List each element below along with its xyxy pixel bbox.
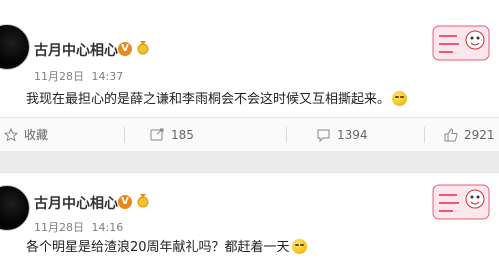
- avatar[interactable]: [0, 24, 30, 70]
- repost-button[interactable]: 185: [150, 118, 194, 151]
- username[interactable]: 古月中心相心: [34, 40, 118, 60]
- cartoon-sticker-icon: [432, 184, 490, 220]
- favorite-label: 收藏: [24, 128, 49, 142]
- cartoon-sticker-icon: [432, 25, 490, 61]
- repost-icon: [150, 128, 164, 140]
- post-date[interactable]: 11月28日: [34, 70, 84, 83]
- post-time[interactable]: 14:37: [92, 70, 124, 83]
- comment-button[interactable]: 1394: [316, 118, 368, 151]
- divider: [124, 127, 125, 143]
- repost-count: 185: [171, 127, 194, 142]
- post-text: 我现在最担心的是薛之谦和李雨桐会不会这时候又互相撕起来。: [26, 88, 408, 107]
- post-date[interactable]: 11月28日: [34, 221, 84, 234]
- post-action-bar: 收藏 185 1394 2921: [0, 117, 499, 151]
- verified-badge-icon: V: [118, 195, 132, 209]
- thumbs-up-icon: [444, 127, 458, 141]
- star-icon: [4, 127, 18, 142]
- post-body: 各个明星是给渣浪20周年献礼吗？都赶着一天: [26, 240, 290, 255]
- post-text: 各个明星是给渣浪20周年献礼吗？都赶着一天: [26, 236, 307, 255]
- comment-icon: [317, 129, 330, 142]
- gold-medal-icon: [137, 194, 149, 208]
- username[interactable]: 古月中心相心: [34, 193, 118, 213]
- favorite-button[interactable]: 收藏: [4, 118, 48, 151]
- avatar[interactable]: [0, 185, 30, 231]
- gold-medal-icon: [137, 41, 149, 55]
- post-meta: 11月28日 14:16: [34, 219, 123, 235]
- like-count: 2921: [464, 127, 495, 142]
- post-time[interactable]: 14:16: [92, 221, 124, 234]
- comment-count: 1394: [337, 127, 368, 142]
- divider: [286, 127, 287, 143]
- weibo-post-card: 古月中心相心 V 11月28日 14:37 我现在最担心的是薛之谦和李雨桐会不会…: [0, 0, 499, 151]
- sweat-laugh-emoji-icon: [392, 91, 408, 106]
- like-button[interactable]: 2921: [444, 118, 495, 151]
- post-body: 我现在最担心的是薛之谦和李雨桐会不会这时候又互相撕起来。: [26, 92, 391, 107]
- divider: [424, 127, 425, 143]
- verified-badge-icon: V: [118, 42, 132, 56]
- sweat-laugh-emoji-icon: [291, 239, 307, 254]
- post-meta: 11月28日 14:37: [34, 68, 123, 84]
- weibo-post-card: 古月中心相心 V 11月28日 14:16 各个明星是给渣浪20周年献礼吗？都赶…: [0, 172, 499, 262]
